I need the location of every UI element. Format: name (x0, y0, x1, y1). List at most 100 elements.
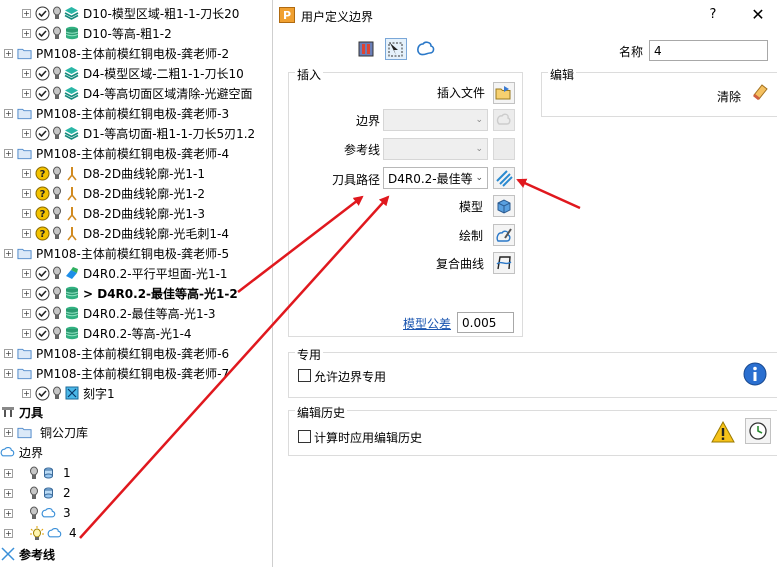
tree-toolpath-item[interactable]: + D10-模型区域-粗1-1-刀长20 (22, 3, 239, 23)
expand-toggle[interactable]: + (22, 328, 31, 338)
tree-toolpath-item[interactable]: + D4R0.2-等高-光1-4 (22, 323, 192, 343)
info-icon[interactable] (743, 362, 767, 386)
expand-toggle[interactable]: + (22, 268, 31, 278)
expand-toggle[interactable]: + (22, 308, 31, 318)
tree-toolpath-item[interactable]: + D10-等高-粗1-2 (22, 23, 172, 43)
tree-folder[interactable]: + PM108-主体前模红铜电极-龚老师-5 (4, 243, 229, 263)
lightbulb-icon[interactable] (29, 506, 39, 521)
tree-toolpath-item[interactable]: +? D8-2D曲线轮廓-光1-1 (22, 163, 205, 183)
tree-folder[interactable]: + PM108-主体前模红铜电极-龚老师-2 (4, 43, 229, 63)
lightbulb-on-icon[interactable] (29, 525, 45, 541)
tree-node-reference-lines[interactable]: 参考线 (0, 544, 55, 564)
expand-toggle[interactable]: + (4, 468, 13, 478)
tree-node-tools[interactable]: 刀具 (0, 402, 43, 422)
model-button[interactable] (493, 195, 515, 217)
tree-toolpath-item[interactable]: +? D8-2D曲线轮廓-光1-3 (22, 203, 205, 223)
tree-toolpath-item[interactable]: +? D8-2D曲线轮廓-光毛刺1-4 (22, 223, 229, 243)
expand-toggle[interactable]: + (4, 108, 13, 118)
tree-toolpath-item[interactable]: + D4R0.2-最佳等高-光1-3 (22, 303, 216, 323)
tree-boundary-item[interactable]: +2 (4, 483, 71, 503)
lightbulb-icon[interactable] (52, 306, 62, 321)
lightbulb-icon[interactable] (52, 326, 62, 341)
lightbulb-icon[interactable] (52, 166, 62, 181)
expand-toggle[interactable]: + (4, 248, 13, 258)
expand-toggle[interactable]: + (4, 148, 13, 158)
lightbulb-icon[interactable] (52, 286, 62, 301)
toolpath-select[interactable]: D4R0.2-最佳等 ⌄ (383, 167, 488, 189)
expand-toggle[interactable]: + (4, 528, 13, 538)
expand-toggle[interactable]: + (22, 388, 31, 398)
boundary-insert-button[interactable] (493, 109, 515, 131)
name-field[interactable]: 4 (649, 40, 768, 61)
lightbulb-icon[interactable] (52, 186, 62, 201)
insert-file-button[interactable] (493, 82, 515, 104)
reference-line-select[interactable]: ⌄ (383, 138, 488, 160)
tree-toolpath-item[interactable]: + 刻字1 (22, 383, 115, 403)
expand-toggle[interactable]: + (22, 188, 31, 198)
boundary-from-selection-icon[interactable] (355, 38, 377, 60)
edit-group (541, 72, 777, 117)
lightbulb-icon[interactable] (52, 386, 62, 401)
help-button[interactable]: ? (705, 7, 721, 22)
expand-toggle[interactable]: + (4, 368, 13, 378)
tree-boundary-item[interactable]: +1 (4, 463, 71, 483)
tree-toolpath-item[interactable]: + D4-模型区域-二粗1-1-刀长10 (22, 63, 244, 83)
tree-node-boundaries[interactable]: 边界 (0, 442, 43, 462)
expand-toggle[interactable]: + (4, 427, 13, 437)
expand-toggle[interactable]: + (22, 68, 31, 78)
toolpath-insert-button[interactable] (493, 167, 515, 189)
tree-folder[interactable]: + PM108-主体前模红铜电极-龚老师-3 (4, 103, 229, 123)
expand-toggle[interactable]: + (22, 288, 31, 298)
tree-boundary-item[interactable]: +4 (4, 523, 77, 543)
tree-toolpath-item[interactable]: + D1-等高切面-粗1-1-刀长5刃1.2 (22, 123, 255, 143)
expand-toggle[interactable]: + (22, 228, 31, 238)
model-tolerance-field[interactable]: 0.005 (457, 312, 514, 333)
model-tolerance-label[interactable]: 模型公差 (403, 315, 451, 332)
dialog-titlebar[interactable]: P 用户定义边界 ? ✕ (273, 0, 777, 30)
model-tolerance-link[interactable]: 模型公差 (403, 317, 451, 331)
expand-toggle[interactable]: + (4, 48, 13, 58)
eraser-icon[interactable] (749, 80, 771, 102)
tree-boundary-item[interactable]: +3 (4, 503, 71, 523)
apply-edit-history-checkbox[interactable] (298, 430, 311, 443)
expand-toggle[interactable]: + (4, 488, 13, 498)
lightbulb-icon[interactable] (29, 486, 39, 501)
lightbulb-icon[interactable] (52, 26, 62, 41)
lightbulb-icon[interactable] (52, 226, 62, 241)
expand-toggle[interactable]: + (4, 508, 13, 518)
boundary-shape-icon[interactable] (415, 38, 437, 60)
allow-private-boundary-checkbox[interactable] (298, 369, 311, 382)
tree-folder[interactable]: + PM108-主体前模红铜电极-龚老师-6 (4, 343, 229, 363)
clock-icon[interactable] (745, 418, 771, 444)
close-button[interactable]: ✕ (749, 5, 767, 24)
tools-label: 刀具 (19, 405, 44, 420)
explorer-tree[interactable]: + D10-模型区域-粗1-1-刀长20 + D10-等高-粗1-2 + PM108-主体… (0, 0, 272, 567)
expand-toggle[interactable]: + (22, 128, 31, 138)
tree-folder[interactable]: + PM108-主体前模红铜电极-龚老师-7 (4, 363, 229, 383)
tree-toolpath-item[interactable]: + D4-等高切面区域清除-光避空面 (22, 83, 253, 103)
expand-toggle[interactable]: + (22, 8, 31, 18)
boundary-select[interactable]: ⌄ (383, 109, 488, 131)
lightbulb-icon[interactable] (52, 266, 62, 281)
lightbulb-icon[interactable] (29, 466, 39, 481)
lightbulb-icon[interactable] (52, 206, 62, 221)
lightbulb-icon[interactable] (52, 66, 62, 81)
lightbulb-icon[interactable] (52, 86, 62, 101)
tree-toolpath-item[interactable]: + D4R0.2-平行平坦面-光1-1 (22, 263, 228, 283)
lightbulb-icon[interactable] (52, 6, 62, 21)
tree-folder[interactable]: + PM108-主体前模红铜电极-龚老师-4 (4, 143, 229, 163)
expand-toggle[interactable]: + (22, 208, 31, 218)
tree-toolpath-item[interactable]: +? D8-2D曲线轮廓-光1-2 (22, 183, 205, 203)
composite-curve-button[interactable] (493, 252, 515, 274)
reference-line-insert-button[interactable] (493, 138, 515, 160)
lightbulb-icon[interactable] (52, 126, 62, 141)
select-mode-icon[interactable] (385, 38, 407, 60)
expand-toggle[interactable]: + (22, 88, 31, 98)
draw-button[interactable] (493, 224, 515, 246)
expand-toggle[interactable]: + (22, 168, 31, 178)
expand-toggle[interactable]: + (22, 28, 31, 38)
expand-toggle[interactable]: + (4, 348, 13, 358)
tree-toolpath-item[interactable]: + > D4R0.2-最佳等高-光1-2 (22, 283, 238, 303)
tree-node-tool-library[interactable]: + 铜公刀库 (4, 422, 88, 442)
edit-history-group-title: 编辑历史 (295, 404, 348, 421)
